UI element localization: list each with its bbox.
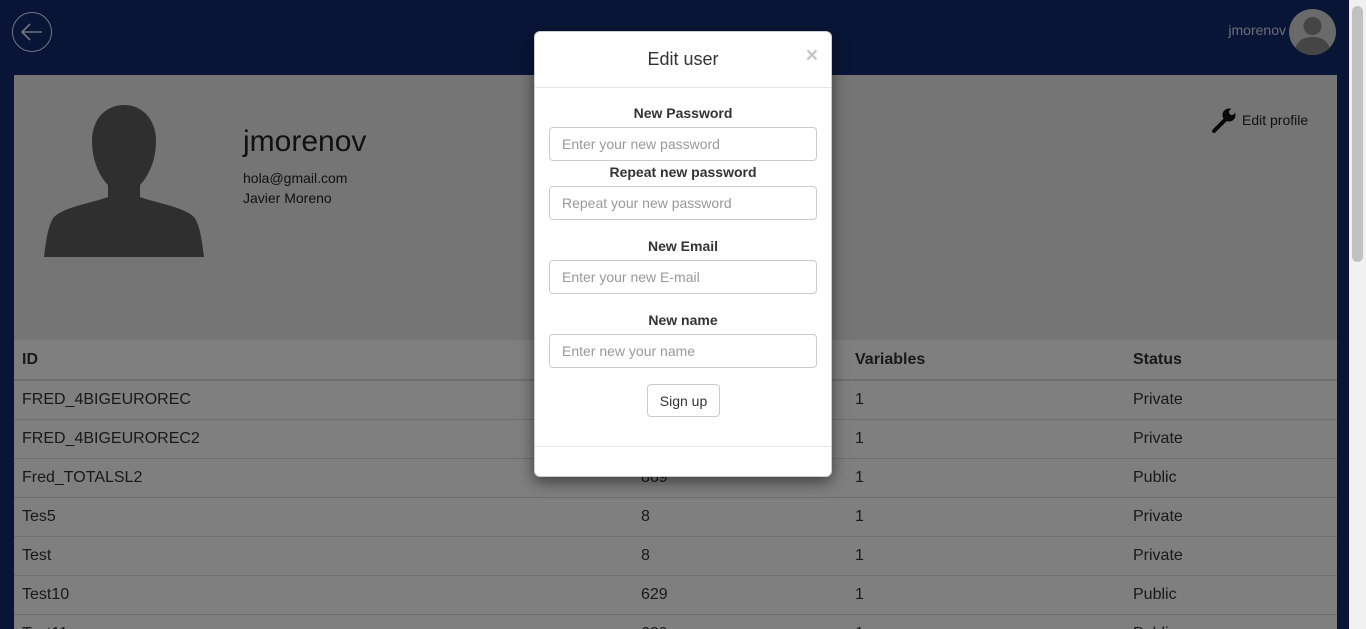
modal-footer-divider [535,446,831,447]
repeat-password-label: Repeat new password [609,164,757,180]
new-name-label: New name [648,312,718,328]
page-scrollbar[interactable] [1349,0,1366,629]
scrollbar-thumb[interactable] [1352,6,1363,262]
new-email-input[interactable] [549,260,817,294]
modal-header: Edit user × [535,32,831,88]
close-icon[interactable]: × [806,45,818,66]
new-password-input[interactable] [549,127,817,161]
modal-title: Edit user [647,49,719,69]
edit-user-modal: Edit user × New Password Repeat new pass… [534,31,832,477]
repeat-password-input[interactable] [549,186,817,220]
new-name-input[interactable] [549,334,817,368]
sign-up-button[interactable]: Sign up [647,384,720,417]
new-email-label: New Email [647,238,719,254]
new-password-label: New Password [633,105,733,121]
